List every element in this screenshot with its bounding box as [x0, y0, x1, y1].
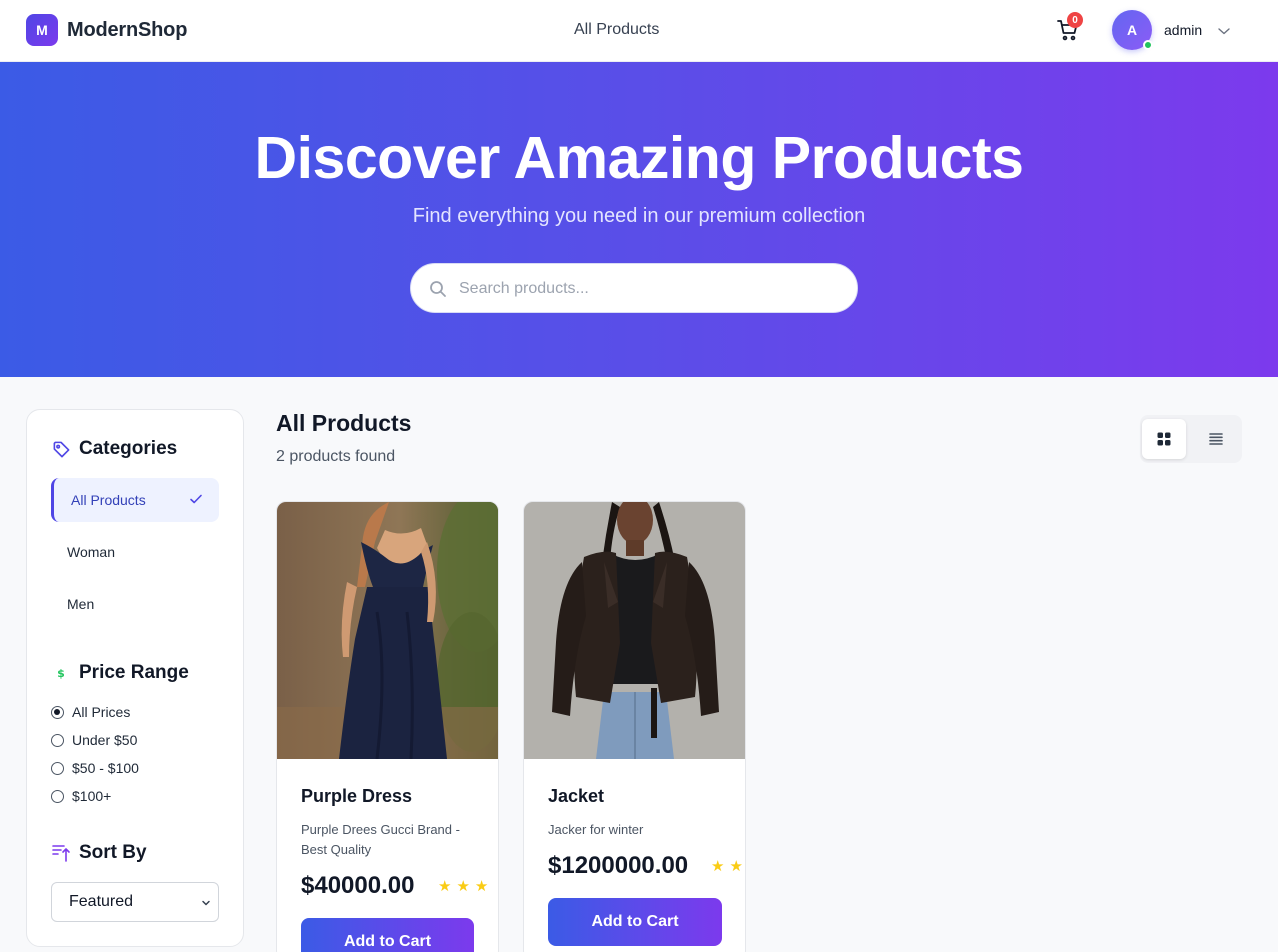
price-option-100-plus[interactable]: $100+ [51, 788, 111, 804]
category-item-men[interactable]: Men [51, 582, 219, 626]
product-card[interactable]: Purple Dress Purple Drees Gucci Brand - … [276, 501, 499, 952]
price-option-label: $50 - $100 [72, 760, 139, 776]
star-icon: ★ [456, 878, 470, 895]
product-image-jacket[interactable] [524, 502, 745, 759]
add-to-cart-button[interactable]: Add to Cart [301, 918, 474, 952]
radio-button[interactable] [51, 733, 64, 747]
sort-by-title: Sort By [79, 842, 147, 863]
star-icon: ★ [438, 878, 452, 895]
product-rating: ★ ★ [711, 859, 743, 875]
grid-icon [1157, 432, 1171, 446]
product-name[interactable]: Purple Dress [301, 786, 412, 807]
price-range-title: Price Range [79, 662, 189, 683]
sort-icon [51, 843, 71, 863]
nav-all-products-link[interactable]: All Products [574, 21, 659, 39]
sort-select[interactable]: Featured [51, 882, 219, 922]
sort-select-value: Featured [69, 893, 134, 910]
price-option-label: All Prices [72, 704, 131, 720]
top-navbar: M ModernShop All Products 0 A admin [0, 0, 1278, 62]
product-description: Jacker for winter [548, 822, 644, 837]
price-option-label: Under $50 [72, 732, 138, 748]
product-image-dress[interactable] [277, 502, 498, 759]
view-toggle [1140, 415, 1242, 463]
hero-title: Discover Amazing Products [254, 125, 1024, 191]
categories-header: Categories [51, 438, 177, 460]
hero-subtitle: Find everything you need in our premium … [412, 205, 866, 227]
brand-name: ModernShop [67, 18, 188, 41]
svg-text:$: $ [57, 667, 65, 680]
search-icon [430, 281, 446, 297]
cart-button[interactable]: 0 [1056, 12, 1083, 44]
radio-button[interactable] [51, 789, 64, 803]
price-option-all[interactable]: All Prices [51, 704, 130, 720]
dollar-icon: $ [51, 663, 71, 683]
tag-icon [51, 439, 71, 459]
product-rating: ★ ★ ★ [438, 879, 488, 895]
filter-sidebar: Categories All Products Woman Men $ Pric… [26, 409, 244, 947]
check-icon [190, 494, 202, 504]
radio-button[interactable] [51, 705, 64, 719]
chevron-down-icon[interactable] [1217, 24, 1231, 38]
product-price: $1200000.00 [548, 852, 689, 879]
category-label: All Products [71, 492, 146, 508]
list-icon [1209, 433, 1223, 445]
sort-by-header: Sort By [51, 842, 147, 864]
categories-title: Categories [79, 438, 178, 459]
price-option-under-50[interactable]: Under $50 [51, 732, 137, 748]
product-name[interactable]: Jacket [548, 786, 604, 807]
star-icon: ★ [711, 858, 725, 875]
star-icon: ★ [729, 858, 743, 875]
price-range-header: $ Price Range [51, 662, 189, 684]
cart-count-badge: 0 [1067, 12, 1083, 28]
category-label: Men [67, 596, 95, 612]
price-option-50-100[interactable]: $50 - $100 [51, 760, 139, 776]
products-heading: All Products [276, 410, 412, 436]
hero-banner: Discover Amazing Products Find everythin… [0, 62, 1278, 377]
product-price: $40000.00 [301, 872, 415, 899]
category-item-all-products[interactable]: All Products [51, 478, 219, 522]
products-count: 2 products found [276, 448, 396, 465]
chevron-down-icon [202, 900, 210, 906]
grid-view-button[interactable] [1142, 419, 1186, 459]
category-item-woman[interactable]: Woman [51, 530, 219, 574]
logo-mark: M [26, 14, 58, 46]
price-option-label: $100+ [72, 788, 112, 804]
product-description: Purple Drees Gucci Brand - Best Quality [301, 822, 460, 857]
list-view-button[interactable] [1194, 419, 1238, 459]
category-label: Woman [67, 544, 115, 560]
search-input[interactable] [459, 276, 839, 302]
product-card[interactable]: Jacket Jacker for winter $1200000.00 ★ ★… [523, 501, 746, 952]
online-status-dot [1143, 40, 1153, 50]
logo[interactable]: M ModernShop [26, 14, 187, 46]
search-bar[interactable] [410, 263, 858, 313]
username[interactable]: admin [1164, 22, 1202, 38]
star-icon: ★ [474, 878, 489, 895]
radio-button[interactable] [51, 761, 64, 775]
add-to-cart-button[interactable]: Add to Cart [548, 898, 722, 946]
